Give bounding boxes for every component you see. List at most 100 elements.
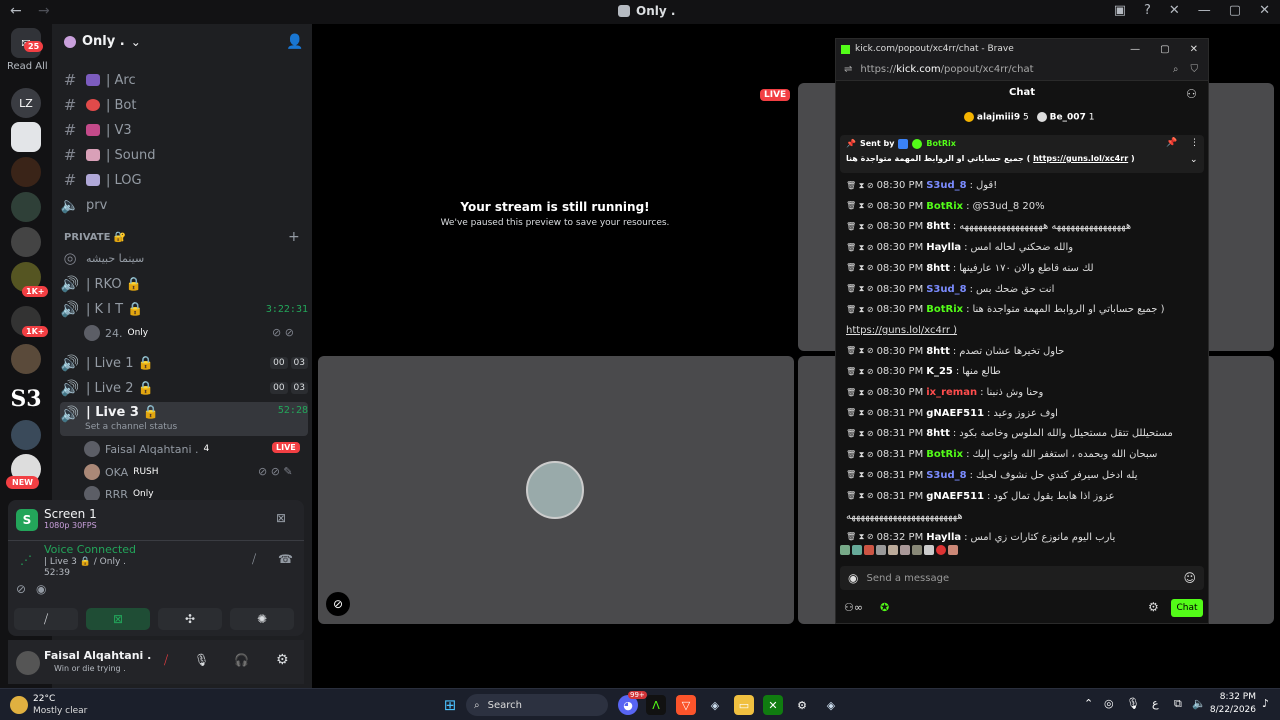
microphone-icon[interactable]: 🎙 — [1126, 697, 1140, 710]
xbox-icon[interactable]: ✕ — [763, 695, 783, 715]
clock-date[interactable]: 8/22/2026 — [1206, 705, 1256, 715]
camera-off-icon[interactable]: ⊘ — [16, 582, 26, 596]
tools-icon[interactable]: ✕ — [1169, 3, 1180, 18]
expand-icon[interactable]: ⌄ — [1190, 155, 1198, 165]
moderation-icons[interactable]: 🗑 ⧗ ⊘ — [846, 346, 874, 356]
chat-message[interactable]: 🗑 ⧗ ⊘ 08:30 PM S3ud_8: انت حق ضحك بس — [846, 284, 1196, 295]
moderation-icons[interactable]: 🗑 ⧗ ⊘ — [846, 181, 874, 191]
moderation-icons[interactable]: 🗑 ⧗ ⊘ — [846, 243, 874, 253]
close-icon[interactable]: ✕ — [1259, 3, 1270, 18]
terminal-icon[interactable]: Λ — [646, 695, 666, 715]
steam-icon[interactable]: ◈ — [705, 695, 725, 715]
location-icon[interactable]: ◎ — [1104, 697, 1114, 710]
chat-message[interactable]: 🗑 ⧗ ⊘ 08:30 PM 8htt: لك سنه قاطع والان ١٧٠ … — [846, 263, 1196, 274]
message-username[interactable]: 8htt — [926, 221, 950, 232]
server-icon-group-3[interactable] — [11, 344, 41, 374]
moderation-icons[interactable]: 🗑 ⧗ ⊘ — [846, 450, 874, 460]
pinned-link[interactable]: https://guns.lol/xc4rr — [1033, 154, 1128, 163]
message-username[interactable]: ix_reman — [926, 387, 977, 398]
channel-sound[interactable]: # | Sound — [60, 144, 308, 166]
chat-message[interactable]: 🗑 ⧗ ⊘ 08:30 PM Haylla: والله ضحكني لحاله ام… — [846, 242, 1196, 253]
stream-off-icon[interactable]: ⊘ — [326, 592, 350, 616]
chat-message[interactable]: 🗑 ⧗ ⊘ 08:30 PM ix_reman: وحنا وش ذنبنا — [846, 387, 1196, 398]
disconnect-icon[interactable]: ☎ — [278, 552, 293, 566]
message-username[interactable]: BotRix — [926, 201, 963, 212]
chat-message[interactable]: 🗑 ⧗ ⊘ 08:30 PM S3ud_8: قول! — [846, 180, 1196, 191]
zoom-icon[interactable]: ⌕ — [1173, 64, 1179, 75]
message-username[interactable]: gNAEF511 — [926, 408, 984, 419]
minimize-icon[interactable]: — — [1198, 3, 1211, 18]
network-icon[interactable]: ⧉ — [1174, 697, 1182, 711]
server-icon-royal[interactable] — [11, 227, 41, 257]
clock-time[interactable]: 8:32 PM — [1206, 692, 1256, 702]
server-icon-fire[interactable] — [11, 157, 41, 187]
screen-share-button[interactable]: ⊠ — [86, 608, 150, 630]
forward-arrow-icon[interactable]: → — [38, 3, 50, 19]
server-icon-lz[interactable]: LZ — [11, 88, 41, 118]
message-username[interactable]: S3ud_8 — [926, 180, 966, 191]
message-username[interactable]: BotRix — [926, 304, 963, 315]
channel-v3[interactable]: # | V3 — [60, 119, 308, 141]
weather-icon[interactable] — [10, 696, 28, 714]
moderation-icons[interactable]: 🗑 ⧗ ⊘ — [846, 470, 874, 480]
microphone-icon[interactable]: 🎙 — [194, 653, 209, 667]
chat-message[interactable]: 🗑 ⧗ ⊘ 08:30 PM 8htt: حاول تخيرها عشان تصدم — [846, 346, 1196, 357]
moderation-icons[interactable]: 🗑 ⧗ ⊘ — [846, 408, 874, 418]
participant-tile[interactable]: ⊘ — [318, 356, 794, 624]
volume-icon[interactable]: 🔈 — [1192, 697, 1206, 710]
username[interactable]: Faisal Alqahtani . — [44, 649, 151, 662]
voice-member[interactable]: 24. Only — [84, 323, 148, 343]
moderation-icons[interactable]: 🗑 ⧗ ⊘ — [846, 305, 874, 315]
headphones-icon[interactable]: 🎧 — [234, 653, 249, 667]
users-icon[interactable]: ⚇ — [1186, 87, 1197, 101]
message-username[interactable]: Haylla — [926, 242, 961, 253]
emote-icon[interactable] — [864, 545, 874, 555]
message-input[interactable]: ◉ Send a message ☺ — [840, 566, 1204, 590]
file-explorer-icon[interactable]: ▭ — [734, 695, 754, 715]
chat-message[interactable]: ههههههههههههههههههههههههه — [846, 511, 1196, 522]
channel-prv[interactable]: 🔈 prv — [60, 194, 308, 216]
chat-message[interactable]: 🗑 ⧗ ⊘ 08:30 PM BotRix: @S3ud_8 20% — [846, 201, 1196, 212]
channel-arc[interactable]: # | Arc — [60, 69, 308, 91]
address-bar[interactable]: ⇌ https://kick.com/popout/xc4rr/chat ⌕ ⛉ — [836, 59, 1208, 81]
pin-icon[interactable]: 📌 — [1166, 138, 1177, 148]
voice-member[interactable]: OKA RUSH — [84, 462, 159, 482]
start-icon[interactable]: ⊞ — [440, 695, 460, 715]
moderation-icons[interactable]: 🗑 ⧗ ⊘ — [846, 201, 874, 211]
emote-icon[interactable] — [936, 545, 946, 555]
chat-message[interactable]: 🗑 ⧗ ⊘ 08:31 PM gNAEF511: اوف عزوز وعيد — [846, 408, 1196, 419]
chat-message[interactable]: 🗑 ⧗ ⊘ 08:30 PM K_25: طالع منها — [846, 366, 1196, 377]
help-icon[interactable]: ? — [1144, 3, 1151, 18]
voice-channel-rko[interactable]: 🔊 | RKO 🔒 — [60, 273, 308, 295]
brave-shield-icon[interactable]: ⛉ — [1191, 64, 1199, 75]
show-hidden-icons[interactable]: ⌃ — [1084, 697, 1093, 710]
quick-emote-icon[interactable]: ⚇∞ — [844, 601, 863, 614]
chat-message[interactable]: 🗑 ⧗ ⊘ 08:30 PM BotRix: جميع حساباتي او الرو… — [846, 304, 1196, 315]
close-icon[interactable]: ✕ — [1190, 44, 1198, 55]
activity-icon[interactable]: ◉ — [36, 582, 46, 596]
emote-icon[interactable] — [900, 545, 910, 555]
steam-icon[interactable]: ◈ — [821, 695, 841, 715]
back-arrow-icon[interactable]: ← — [10, 3, 22, 19]
message-username[interactable]: 8htt — [926, 346, 950, 357]
server-icon-game[interactable] — [11, 192, 41, 222]
chat-message[interactable]: 🗑 ⧗ ⊘ 08:32 PM Haylla: يارب اليوم مانوزع كث… — [846, 532, 1196, 543]
moderation-icons[interactable]: 🗑 ⧗ ⊘ — [846, 532, 874, 542]
moderation-icons[interactable]: 🗑 ⧗ ⊘ — [846, 367, 874, 377]
voice-channel-live1[interactable]: 🔊 | Live 1 🔒 00 03 — [60, 352, 308, 374]
settings-icon[interactable]: ⚙ — [1148, 600, 1159, 614]
message-username[interactable]: 8htt — [926, 428, 950, 439]
server-header[interactable]: Only . ⌄ — [64, 34, 141, 49]
moderation-icons[interactable]: 🗑 ⧗ ⊘ — [846, 263, 874, 273]
weather-desc[interactable]: Mostly clear — [33, 706, 87, 716]
stop-stream-icon[interactable]: ⊠ — [276, 511, 286, 525]
channel-log[interactable]: # | LOG — [60, 169, 308, 191]
emote-icon[interactable] — [912, 545, 922, 555]
channel-bot[interactable]: # | Bot — [60, 94, 308, 116]
voice-channel-kit[interactable]: 🔊 | K I T 🔒 3:22:31 — [60, 298, 308, 320]
minimize-icon[interactable]: — — [1130, 44, 1140, 55]
voice-channel-live2[interactable]: 🔊 | Live 2 🔒 00 03 — [60, 377, 308, 399]
server-icon-s3[interactable]: S3 — [11, 384, 41, 414]
moderation-icons[interactable]: 🗑 ⧗ ⊘ — [846, 491, 874, 501]
site-settings-icon[interactable]: ⇌ — [844, 64, 852, 75]
